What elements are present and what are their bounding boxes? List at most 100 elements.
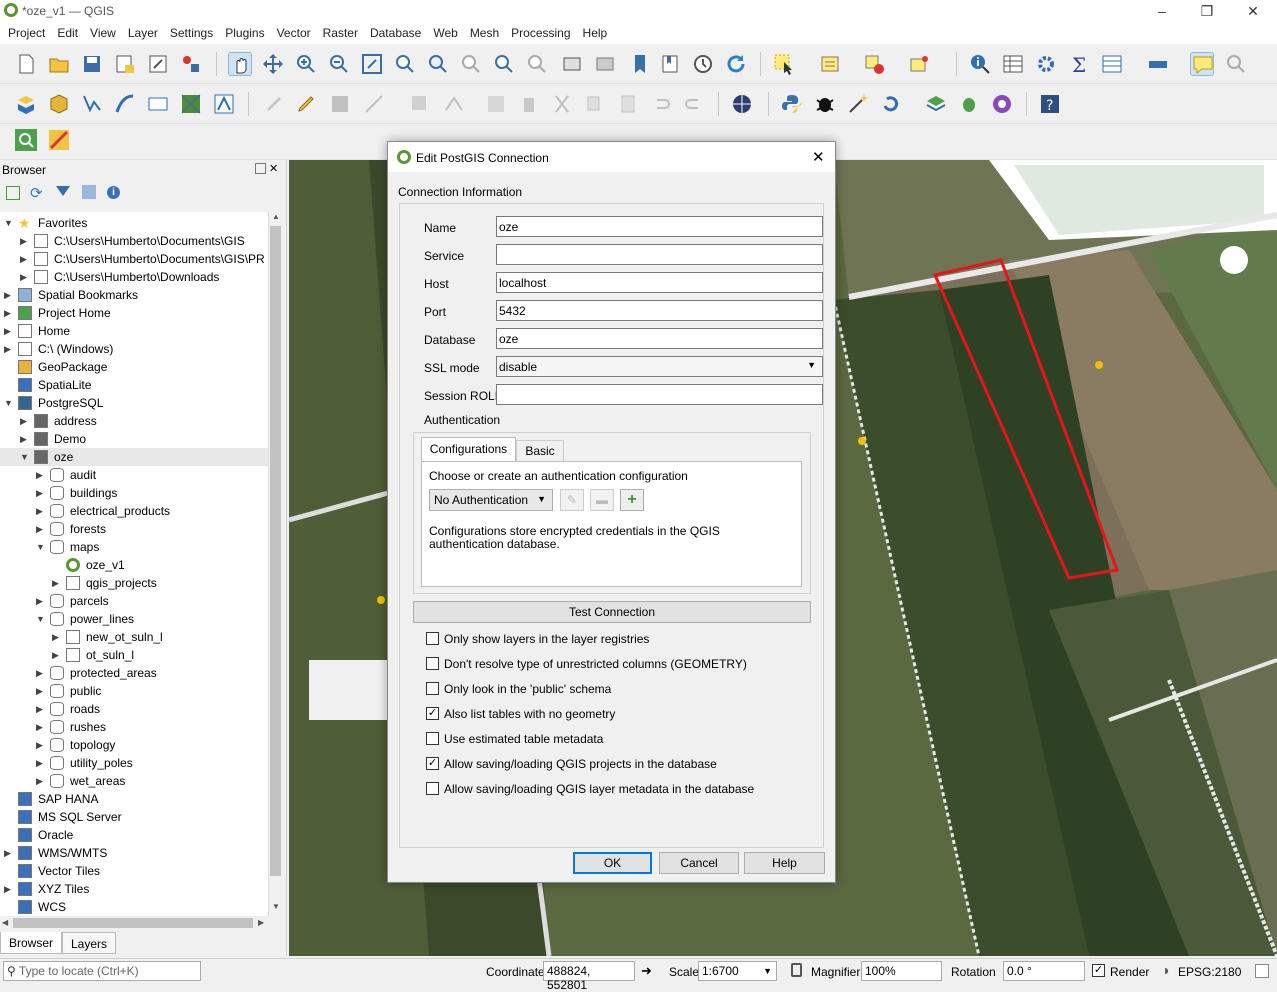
chevron-right-icon[interactable]: ▶ xyxy=(20,250,30,268)
locator-search-input[interactable]: ⚲ Type to locate (Ctrl+K) xyxy=(3,961,201,981)
processing-toolbox-icon[interactable] xyxy=(1034,52,1058,76)
new-virtual-layer-icon[interactable] xyxy=(146,92,170,116)
chevron-right-icon[interactable]: ▶ xyxy=(36,700,46,718)
plugin-reloader-icon[interactable] xyxy=(813,92,837,116)
dialog-close-icon[interactable]: ✕ xyxy=(812,148,825,166)
print-layout-icon[interactable] xyxy=(146,52,170,76)
zoom-native-icon[interactable] xyxy=(459,52,483,76)
new-shapefile-layer-icon[interactable] xyxy=(80,92,104,116)
save-edits-icon[interactable] xyxy=(328,92,352,116)
chevron-right-icon[interactable]: ▶ xyxy=(52,646,62,664)
chevron-right-icon[interactable]: ▶ xyxy=(36,466,46,484)
chevron-right-icon[interactable]: ▶ xyxy=(20,268,30,286)
open-project-icon[interactable] xyxy=(47,52,71,76)
browser-item[interactable]: ▶ C:\Users\Humberto\Documents\GIS\PR xyxy=(0,250,268,268)
lock-scale-icon[interactable] xyxy=(791,963,802,977)
menu-settings[interactable]: Settings xyxy=(164,26,219,40)
chevron-right-icon[interactable]: ▶ xyxy=(36,520,46,538)
vertical-scrollbar[interactable]: ▲ ▼ xyxy=(268,212,282,916)
port-field[interactable]: 5432 xyxy=(496,300,823,321)
map-tips-icon[interactable] xyxy=(1190,52,1214,76)
projects-in-db-checkbox[interactable]: ✓ xyxy=(426,757,439,770)
estimated-metadata-checkbox[interactable] xyxy=(426,732,439,745)
test-connection-button[interactable]: Test Connection xyxy=(413,601,811,623)
browser-item[interactable]: Vector Tiles xyxy=(0,862,268,880)
help-button[interactable]: Help xyxy=(744,852,825,874)
mouse-coordinate-toggle-icon[interactable]: ➜ xyxy=(641,963,652,979)
crs-label[interactable]: EPSG:2180 xyxy=(1178,965,1241,979)
pan-map-icon[interactable] xyxy=(228,52,252,76)
edit-auth-config-icon[interactable]: ✎ xyxy=(560,489,584,511)
ssl-mode-select[interactable]: disable ▼ xyxy=(496,356,823,377)
browser-item[interactable]: ▶ Project Home xyxy=(0,304,268,322)
scale-select[interactable]: 1:6700 ▼ xyxy=(698,961,777,981)
browser-item[interactable]: SAP HANA xyxy=(0,790,268,808)
edit-pencil-icon[interactable] xyxy=(262,92,286,116)
browser-item[interactable]: ▼ maps xyxy=(0,538,268,556)
browser-item[interactable]: ▶ buildings xyxy=(0,484,268,502)
ok-button[interactable]: OK xyxy=(573,852,652,874)
chevron-down-icon[interactable]: ▼ xyxy=(20,448,30,466)
chevron-right-icon[interactable]: ▶ xyxy=(52,574,62,592)
browser-item[interactable]: ▶ qgis_projects xyxy=(0,574,268,592)
new-project-icon[interactable] xyxy=(14,52,38,76)
browser-item[interactable]: ▶ XYZ Tiles xyxy=(0,880,268,898)
menu-plugins[interactable]: Plugins xyxy=(219,26,270,40)
browser-item[interactable]: WCS xyxy=(0,898,268,916)
search-plugin-icon[interactable] xyxy=(14,128,38,152)
new-spatialite-layer-icon[interactable] xyxy=(113,92,137,116)
modify-attributes-icon[interactable] xyxy=(484,92,508,116)
layers-plugin-icon[interactable] xyxy=(924,92,948,116)
help-icon[interactable]: ? xyxy=(1038,92,1062,116)
ruler-plugin-icon[interactable] xyxy=(47,128,71,152)
open-table-icon[interactable] xyxy=(1100,52,1124,76)
chevron-down-icon[interactable]: ▼ xyxy=(4,394,14,412)
properties-info-icon[interactable]: i xyxy=(107,186,120,199)
identify-features-icon[interactable] xyxy=(968,52,992,76)
data-source-manager-icon[interactable] xyxy=(14,92,38,116)
browser-item[interactable]: ▶ Demo xyxy=(0,430,268,448)
collapse-all-icon[interactable] xyxy=(82,185,96,199)
minimize-button[interactable]: – xyxy=(1152,2,1172,20)
zoom-out-icon[interactable] xyxy=(327,52,351,76)
menu-layer[interactable]: Layer xyxy=(122,26,164,40)
no-geometry-checkbox[interactable]: ✓ xyxy=(426,707,439,720)
browser-item[interactable]: ▶ rushes xyxy=(0,718,268,736)
settings-plugin-icon[interactable] xyxy=(990,92,1014,116)
menu-view[interactable]: View xyxy=(84,26,122,40)
chevron-right-icon[interactable]: ▶ xyxy=(36,664,46,682)
browser-item[interactable]: ▼ ★ Favorites xyxy=(0,214,268,232)
remove-auth-config-icon[interactable]: ▬ xyxy=(590,489,614,511)
browser-item[interactable]: ▶ topology xyxy=(0,736,268,754)
redo-icon[interactable] xyxy=(682,92,706,116)
redo-plugin-icon[interactable] xyxy=(879,92,903,116)
browser-item[interactable]: ▼ PostgreSQL xyxy=(0,394,268,412)
menu-help[interactable]: Help xyxy=(577,26,614,40)
chevron-right-icon[interactable]: ▶ xyxy=(4,844,14,862)
zoom-last-icon[interactable] xyxy=(492,52,516,76)
chevron-right-icon[interactable]: ▶ xyxy=(20,412,30,430)
coordinate-field[interactable]: 488824, 552801 xyxy=(543,961,635,992)
menu-raster[interactable]: Raster xyxy=(317,26,364,40)
add-feature-icon[interactable] xyxy=(408,92,432,116)
zoom-next-icon[interactable] xyxy=(525,52,549,76)
browser-item[interactable]: ▼ power_lines xyxy=(0,610,268,628)
statistical-summary-icon[interactable]: Σ xyxy=(1067,52,1091,77)
browser-item[interactable]: ▶ address xyxy=(0,412,268,430)
select-features-icon[interactable] xyxy=(772,52,796,76)
chevron-right-icon[interactable]: ▶ xyxy=(4,340,14,358)
menu-web[interactable]: Web xyxy=(427,26,463,40)
menu-edit[interactable]: Edit xyxy=(51,26,84,40)
public-schema-checkbox[interactable] xyxy=(426,682,439,695)
tab-basic[interactable]: Basic xyxy=(516,440,564,462)
zoom-in-icon[interactable] xyxy=(294,52,318,76)
only-registries-checkbox[interactable] xyxy=(426,632,439,645)
browser-item[interactable]: ▶ ot_suln_l xyxy=(0,646,268,664)
render-checkbox[interactable]: ✓ xyxy=(1092,964,1105,977)
bug-plugin-icon[interactable] xyxy=(957,92,981,116)
select-location-icon[interactable] xyxy=(908,52,932,76)
chevron-right-icon[interactable]: ▶ xyxy=(4,304,14,322)
cut-features-icon[interactable] xyxy=(550,92,574,116)
toggle-editing-icon[interactable] xyxy=(294,92,318,116)
chevron-right-icon[interactable]: ▶ xyxy=(20,430,30,448)
